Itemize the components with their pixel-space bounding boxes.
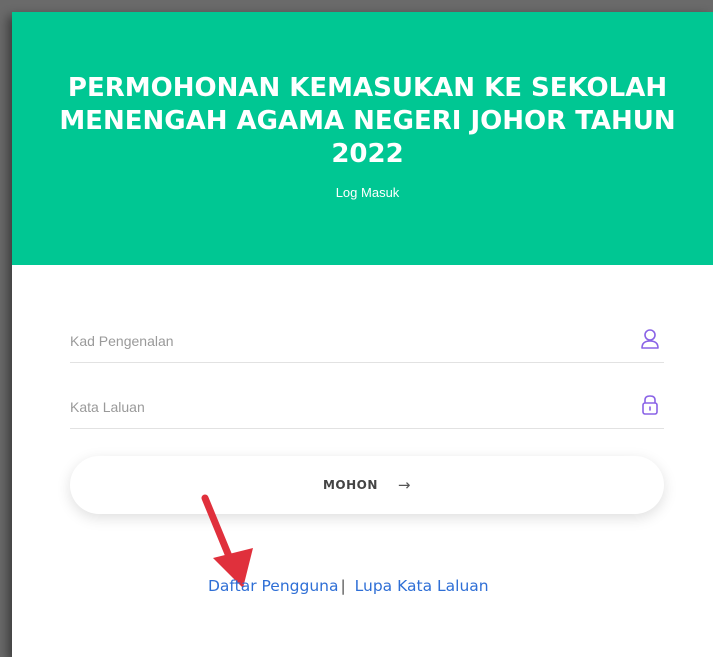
submit-button-label: MOHON [322, 478, 378, 492]
ic-number-field [70, 322, 664, 363]
link-separator: | [340, 577, 346, 595]
submit-button[interactable]: MOHON → [70, 456, 664, 514]
user-icon [640, 328, 660, 350]
password-input[interactable] [70, 394, 620, 420]
screenshot-frame: PERMOHONAN KEMASUKAN KE SEKOLAH MENENGAH… [0, 0, 713, 657]
password-field [70, 388, 664, 429]
arrow-right-icon: → [397, 476, 411, 494]
page-title: PERMOHONAN KEMASUKAN KE SEKOLAH MENENGAH… [59, 73, 676, 169]
login-header: PERMOHONAN KEMASUKAN KE SEKOLAH MENENGAH… [12, 12, 713, 265]
register-link[interactable]: Daftar Pengguna [208, 577, 338, 595]
auth-links: Daftar Pengguna | Lupa Kata Laluan [208, 577, 489, 595]
forgot-password-link[interactable]: Lupa Kata Laluan [355, 577, 489, 595]
ic-number-input[interactable] [70, 328, 620, 354]
page-subtitle: Log Masuk [335, 185, 400, 200]
lock-icon [640, 394, 660, 416]
login-card: PERMOHONAN KEMASUKAN KE SEKOLAH MENENGAH… [12, 12, 713, 657]
